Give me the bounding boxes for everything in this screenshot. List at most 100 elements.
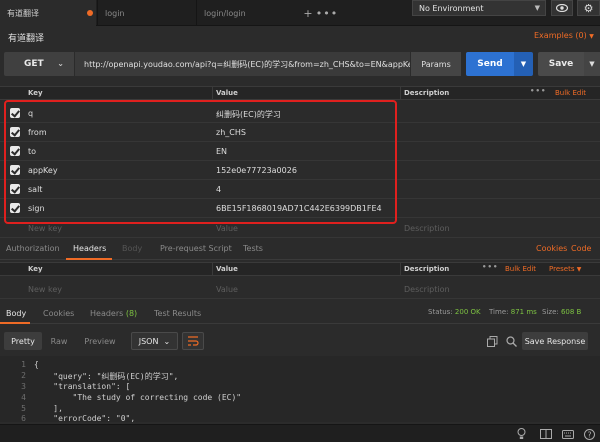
new-header-value-input[interactable]: Value — [216, 285, 238, 294]
column-value: Value — [216, 265, 238, 273]
line-number: 6 — [21, 414, 26, 423]
header-new-row: New key Value Description — [0, 280, 600, 299]
code-line: "The study of correcting code (EC)" — [34, 393, 242, 402]
selected-tab-indicator — [0, 322, 30, 324]
search-icon — [505, 335, 517, 347]
chevron-down-icon: ▼ — [589, 60, 595, 68]
time-value: 871 ms — [510, 308, 537, 316]
format-select[interactable]: JSON ⌄ — [131, 332, 178, 350]
new-param-value-input[interactable]: Value — [216, 224, 238, 233]
line-number: 1 — [21, 360, 26, 369]
eye-icon — [556, 4, 568, 12]
save-button[interactable]: Save — [538, 52, 584, 76]
column-divider — [400, 263, 401, 275]
highlight-box — [4, 100, 397, 224]
svg-text:?: ? — [587, 430, 591, 439]
time-label: Time: — [489, 308, 509, 316]
line-number: 3 — [21, 382, 26, 391]
url-input[interactable]: http://openapi.youdao.com/api?q=纠删码(EC)的… — [75, 52, 410, 76]
manage-environments-button[interactable]: ⚙ — [577, 0, 600, 16]
copy-icon — [486, 335, 497, 347]
request-name: 有道翻译 — [8, 34, 45, 44]
params-bulk-edit-link[interactable]: Bulk Edit — [555, 89, 586, 97]
chevron-down-icon: ▼ — [534, 4, 540, 12]
method-select[interactable]: GET ⌄ — [4, 52, 74, 76]
new-header-description-input[interactable]: Description — [404, 285, 450, 294]
tab-label: login — [105, 8, 125, 18]
line-number: 4 — [21, 393, 26, 402]
tab-login-login[interactable]: login/login — [196, 0, 298, 26]
column-divider — [212, 87, 213, 99]
tab-youdao[interactable]: 有道翻译 — [0, 0, 96, 26]
column-divider — [212, 263, 213, 275]
examples-dropdown[interactable]: Examples (0) ▼ — [534, 31, 594, 40]
tab-headers[interactable]: Headers — [73, 244, 106, 253]
chevron-down-icon: ⌄ — [163, 336, 171, 346]
chevron-down-icon: ▼ — [520, 60, 527, 68]
more-options-icon[interactable]: ••• — [482, 263, 498, 271]
response-time: Time: 871 ms — [489, 308, 537, 316]
new-param-key-input[interactable]: New key — [28, 224, 62, 233]
copy-response-button[interactable] — [484, 332, 500, 350]
status-bar: ? — [0, 424, 600, 442]
gear-icon: ⚙ — [583, 1, 594, 15]
response-tab-headers[interactable]: Headers (8) — [90, 309, 137, 318]
headers-bulk-edit-link[interactable]: Bulk Edit — [505, 265, 536, 273]
code-line: "query": "纠删码(EC)的学习", — [34, 372, 179, 381]
chevron-down-icon: ⌄ — [57, 59, 64, 68]
chevron-down-icon: ▼ — [576, 266, 582, 273]
column-description: Description — [404, 89, 450, 97]
environment-quicklook-button[interactable] — [551, 0, 573, 16]
presets-label: Presets — [549, 265, 575, 273]
params-button[interactable]: Params — [411, 52, 461, 76]
pretty-view-button[interactable]: Pretty — [4, 332, 42, 350]
more-tabs-icon[interactable]: ••• — [316, 0, 337, 26]
params-table-header: Key Value Description ••• Bulk Edit — [0, 86, 600, 100]
save-options-button[interactable]: ▼ — [584, 52, 600, 76]
wrap-lines-button[interactable] — [182, 332, 204, 350]
send-button[interactable]: Send — [466, 52, 514, 76]
keyboard-shortcuts-icon[interactable] — [561, 427, 575, 441]
unsaved-dot-icon — [87, 10, 93, 16]
send-options-button[interactable]: ▼ — [514, 52, 533, 76]
response-headers-label: Headers — [90, 309, 124, 318]
size-label: Size: — [542, 308, 559, 316]
more-options-icon[interactable]: ••• — [530, 87, 546, 95]
tab-login[interactable]: login — [97, 0, 195, 26]
search-response-button[interactable] — [503, 332, 519, 350]
response-size: Size: 608 B — [542, 308, 581, 316]
status-value: 200 OK — [454, 308, 481, 316]
tab-pre-request-script[interactable]: Pre-request Script — [160, 244, 232, 253]
help-icon[interactable]: ? — [582, 427, 596, 441]
code-link[interactable]: Code — [571, 244, 591, 253]
environment-select[interactable]: No Environment ▼ — [412, 0, 546, 16]
column-divider — [400, 87, 401, 99]
headers-count-badge: (8) — [125, 309, 138, 318]
tab-authorization[interactable]: Authorization — [6, 244, 60, 253]
selected-tab-indicator — [66, 258, 112, 260]
new-header-key-input[interactable]: New key — [28, 285, 62, 294]
response-tab-body[interactable]: Body — [6, 309, 26, 318]
cookies-link[interactable]: Cookies — [536, 244, 567, 253]
tab-tests[interactable]: Tests — [243, 244, 263, 253]
response-tab-cookies[interactable]: Cookies — [43, 309, 74, 318]
code-line: ], — [34, 404, 63, 413]
new-param-description-input[interactable]: Description — [404, 224, 450, 233]
tab-body[interactable]: Body — [122, 244, 142, 253]
lightbulb-icon[interactable] — [514, 427, 528, 441]
save-response-button[interactable]: Save Response — [522, 332, 588, 350]
chevron-down-icon: ▼ — [589, 33, 594, 40]
response-status: Status: 200 OK — [428, 308, 481, 316]
url-text: http://openapi.youdao.com/api?q=纠删码(EC)的… — [84, 59, 410, 69]
headers-table-header: Key Value Description ••• Bulk Edit Pres… — [0, 262, 600, 276]
response-tab-test-results[interactable]: Test Results — [154, 309, 201, 318]
preview-view-button[interactable]: Preview — [78, 332, 122, 350]
presets-dropdown[interactable]: Presets ▼ — [549, 265, 581, 273]
column-key: Key — [28, 89, 43, 97]
new-tab-plus-icon[interactable]: + — [299, 0, 317, 26]
response-body-viewer[interactable]: 1 { 2 "query": "纠删码(EC)的学习", 3 "translat… — [0, 356, 600, 423]
method-label: GET — [24, 59, 44, 69]
code-line: "translation": [ — [34, 382, 131, 391]
two-pane-view-icon[interactable] — [539, 427, 553, 441]
raw-view-button[interactable]: Raw — [44, 332, 74, 350]
